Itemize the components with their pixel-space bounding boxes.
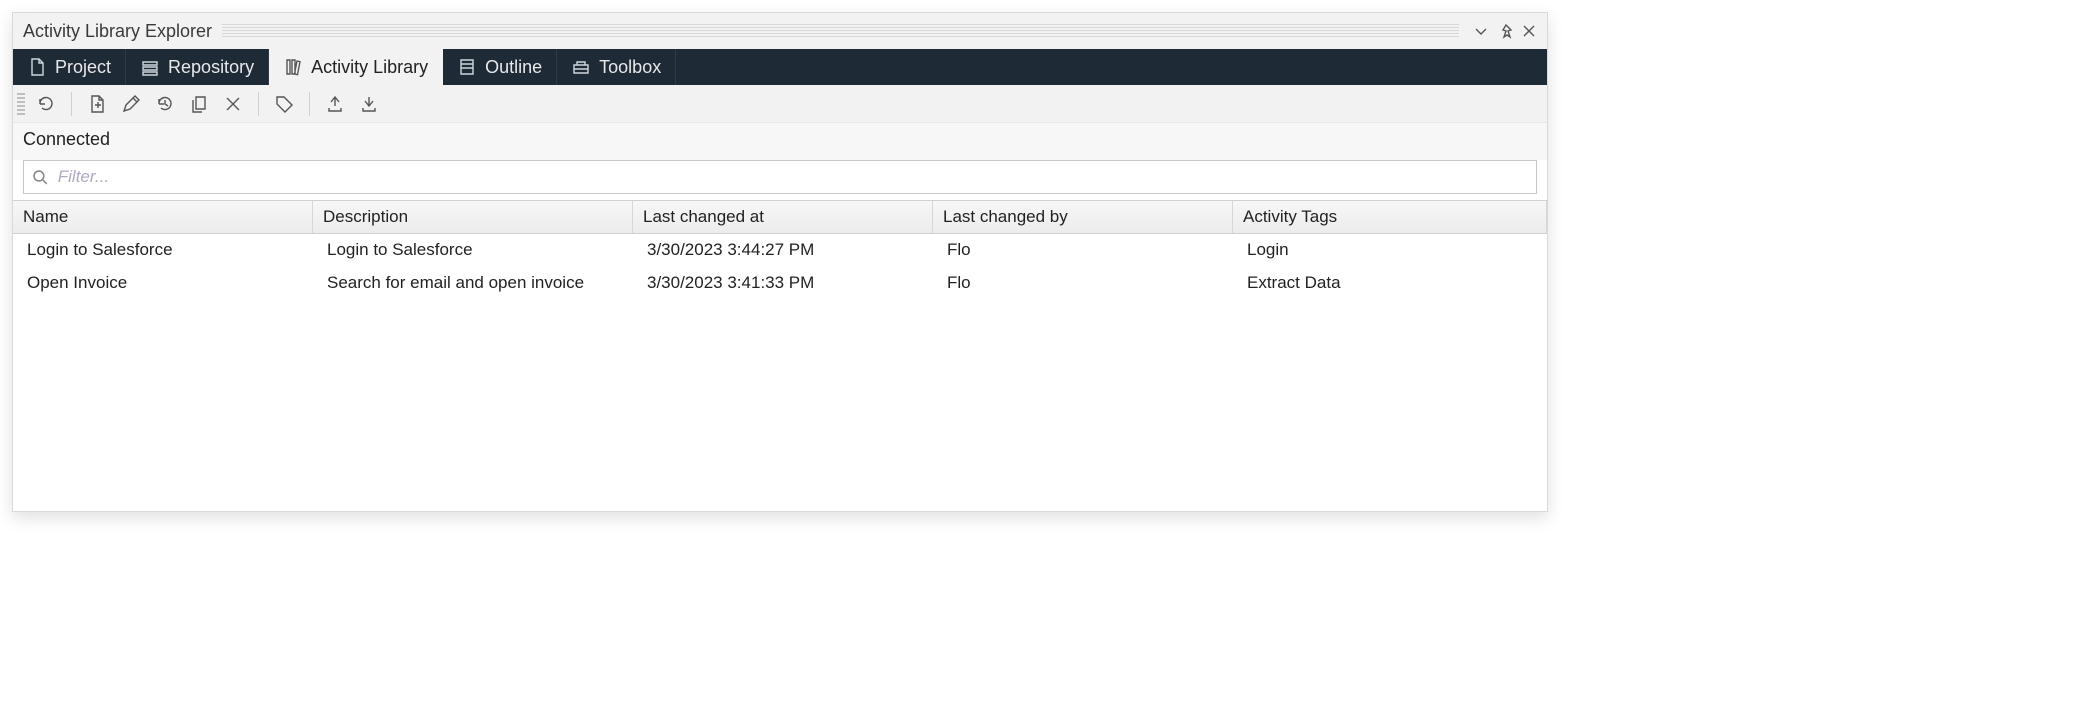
grid-header: NameDescriptionLast changed atLast chang… xyxy=(13,201,1547,234)
toolbar xyxy=(13,85,1547,123)
table-row[interactable]: Login to SalesforceLogin to Salesforce3/… xyxy=(13,234,1547,267)
window-title: Activity Library Explorer xyxy=(23,21,212,42)
cell-last-changed-by: Flo xyxy=(933,267,1233,299)
new-icon xyxy=(87,94,107,114)
activity-grid: NameDescriptionLast changed atLast chang… xyxy=(13,200,1547,511)
tab-label: Activity Library xyxy=(311,57,428,78)
column-header-description[interactable]: Description xyxy=(313,201,633,233)
window-close-button[interactable] xyxy=(1517,19,1541,43)
column-header-activity-tags[interactable]: Activity Tags xyxy=(1233,201,1547,233)
tab-label: Outline xyxy=(485,57,542,78)
export-icon xyxy=(325,94,345,114)
toolbox-icon xyxy=(571,57,591,77)
filter-box[interactable] xyxy=(23,160,1537,194)
edit-button[interactable] xyxy=(116,89,146,119)
titlebar-grip xyxy=(222,24,1459,38)
tab-label: Project xyxy=(55,57,111,78)
cell-name: Open Invoice xyxy=(13,267,313,299)
tab-project[interactable]: Project xyxy=(13,49,126,85)
tab-repository[interactable]: Repository xyxy=(126,49,269,85)
close-icon xyxy=(1521,23,1537,39)
activity-library-explorer-window: Activity Library Explorer Project Reposit… xyxy=(12,12,1548,512)
column-header-name[interactable]: Name xyxy=(13,201,313,233)
column-header-last-changed-by[interactable]: Last changed by xyxy=(933,201,1233,233)
grid-body: Login to SalesforceLogin to Salesforce3/… xyxy=(13,234,1547,511)
new-button[interactable] xyxy=(82,89,112,119)
tab-activity-library[interactable]: Activity Library xyxy=(269,49,443,85)
history-icon xyxy=(155,94,175,114)
import-icon xyxy=(359,94,379,114)
tab-outline[interactable]: Outline xyxy=(443,49,557,85)
tab-label: Repository xyxy=(168,57,254,78)
connection-status: Connected xyxy=(13,123,1547,160)
cell-tags: Login xyxy=(1233,234,1547,266)
tab-toolbox[interactable]: Toolbox xyxy=(557,49,676,85)
cell-description: Login to Salesforce xyxy=(313,234,633,266)
export-button[interactable] xyxy=(320,89,350,119)
filter-input[interactable] xyxy=(56,166,1528,188)
tag-icon xyxy=(274,94,294,114)
cell-description: Search for email and open invoice xyxy=(313,267,633,299)
copy-button[interactable] xyxy=(184,89,214,119)
window-dropdown-button[interactable] xyxy=(1469,19,1493,43)
import-button[interactable] xyxy=(354,89,384,119)
toolbar-separator xyxy=(71,92,72,116)
cell-name: Login to Salesforce xyxy=(13,234,313,266)
books-icon xyxy=(283,57,303,77)
tab-strip: Project Repository Activity Library Outline… xyxy=(13,49,1547,85)
history-button[interactable] xyxy=(150,89,180,119)
column-header-last-changed-at[interactable]: Last changed at xyxy=(633,201,933,233)
cell-last-changed-by: Flo xyxy=(933,234,1233,266)
refresh-icon xyxy=(36,94,56,114)
delete-button[interactable] xyxy=(218,89,248,119)
tab-label: Toolbox xyxy=(599,57,661,78)
tag-button[interactable] xyxy=(269,89,299,119)
toolbar-separator xyxy=(309,92,310,116)
window-pin-button[interactable] xyxy=(1493,19,1517,43)
refresh-button[interactable] xyxy=(31,89,61,119)
cell-last-changed-at: 3/30/2023 3:41:33 PM xyxy=(633,267,933,299)
chevron-down-icon xyxy=(1473,23,1489,39)
stack-icon xyxy=(140,57,160,77)
pin-icon xyxy=(1497,23,1513,39)
toolbar-handle[interactable] xyxy=(17,93,25,115)
edit-icon xyxy=(121,94,141,114)
delete-icon xyxy=(223,94,243,114)
search-icon xyxy=(32,169,48,185)
outline-icon xyxy=(457,57,477,77)
cell-last-changed-at: 3/30/2023 3:44:27 PM xyxy=(633,234,933,266)
cell-tags: Extract Data xyxy=(1233,267,1547,299)
titlebar: Activity Library Explorer xyxy=(13,13,1547,49)
file-icon xyxy=(27,57,47,77)
table-row[interactable]: Open InvoiceSearch for email and open in… xyxy=(13,267,1547,300)
toolbar-separator xyxy=(258,92,259,116)
copy-icon xyxy=(189,94,209,114)
